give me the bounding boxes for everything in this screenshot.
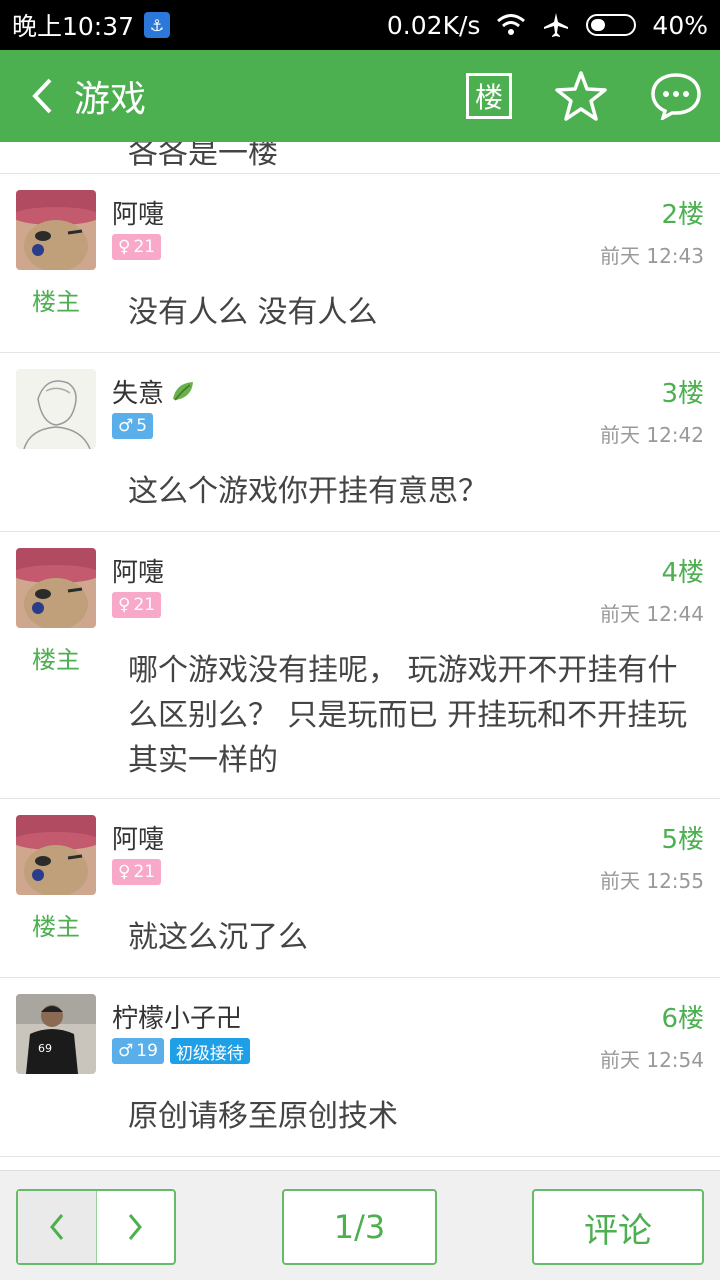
chat-icon[interactable]: [650, 72, 702, 120]
post-content: 就这么沉了么: [128, 920, 308, 955]
floor-number: 2楼: [661, 200, 704, 230]
male-icon: ♂: [118, 1041, 134, 1061]
wifi-icon: [497, 14, 526, 35]
avatar[interactable]: [16, 369, 96, 449]
list-item[interactable]: 失意 ♂ 5 3楼 前天 12:42 这么个游戏你开挂有意思？: [0, 353, 720, 532]
reply-list[interactable]: 各各是一楼 楼主 阿嚏 ♀ 21 2楼 前天 12:43 没有人么 没有人么 失…: [0, 142, 720, 1170]
svg-text:69: 69: [38, 1042, 52, 1055]
list-item[interactable]: 楼主 阿嚏 ♀ 21 5楼 前天 12:55 就这么沉了么: [0, 799, 720, 978]
page-indicator: 1/3: [333, 1208, 386, 1246]
post-content: 原创请移至原创技术: [128, 1099, 398, 1134]
floor-number: 6楼: [661, 1004, 704, 1034]
post-time: 前天 12:42: [600, 423, 704, 447]
chevron-right-icon: [129, 1214, 143, 1240]
floor-number: 5楼: [661, 825, 704, 855]
username[interactable]: 柠檬小子卍: [112, 998, 242, 1035]
page-indicator-button[interactable]: 1/3: [282, 1189, 437, 1265]
airplane-icon: [544, 13, 569, 37]
post-content: 哪个游戏没有挂呢， 玩游戏开不开挂有什么区别么？ 只是玩而已 开挂玩和不开挂玩其…: [128, 653, 688, 778]
list-item[interactable]: 楼主 阿嚏 ♀ 21 4楼 前天 12:44 哪个游戏没有挂呢， 玩游戏开不开挂有…: [0, 532, 720, 799]
owner-label: 楼主: [32, 288, 80, 316]
post-time: 前天 12:44: [600, 602, 704, 626]
status-bar: 晚上10:37 ⚓ 0.02K/s 40%: [0, 0, 720, 50]
female-icon: ♀: [118, 237, 131, 257]
comment-label: 评论: [584, 1210, 652, 1251]
net-speed: 0.02K/s: [386, 10, 481, 40]
battery-level: 40%: [652, 10, 708, 40]
leaf-icon: [173, 381, 194, 400]
floor-jump-button[interactable]: 楼: [466, 73, 512, 119]
post-time: 前天 12:54: [600, 1048, 704, 1072]
status-time: 晚上10:37: [12, 12, 135, 41]
prev-page-button[interactable]: [18, 1191, 97, 1263]
back-arrow-icon: [32, 78, 52, 114]
floor-icon-label: 楼: [474, 81, 503, 114]
list-item[interactable]: 69 柠檬小子卍 ♂ 19 初级接待 6楼 前天 12:54 原创请移至原创技术: [0, 978, 720, 1157]
back-button[interactable]: [14, 50, 70, 142]
post-content: 各各是一楼: [128, 142, 278, 171]
avatar[interactable]: [16, 548, 96, 628]
username[interactable]: 阿嚏: [112, 552, 164, 589]
comment-button[interactable]: 评论: [532, 1189, 704, 1265]
post-time: 前天 12:55: [600, 869, 704, 893]
level-badge: ♀ 21: [112, 859, 162, 885]
page-title: 游戏: [74, 79, 147, 120]
app-header: 游戏 楼: [0, 50, 720, 142]
next-page-button[interactable]: [97, 1191, 175, 1263]
bottom-bar: 1/3 评论: [0, 1170, 720, 1280]
chevron-left-icon: [49, 1214, 63, 1240]
level-badge: ♂ 19: [112, 1038, 164, 1064]
list-item: 各各是一楼: [0, 142, 720, 174]
level-badge: ♀ 21: [112, 592, 162, 618]
notification-icon: ⚓: [144, 12, 171, 38]
post-content: 这么个游戏你开挂有意思？: [128, 474, 488, 509]
floor-number: 4楼: [661, 558, 704, 588]
avatar[interactable]: [16, 190, 96, 270]
level-badge: ♀ 21: [112, 234, 162, 260]
rank-badge: 初级接待: [169, 1038, 250, 1064]
female-icon: ♀: [118, 595, 131, 615]
male-icon: ♂: [118, 416, 134, 436]
username[interactable]: 失意: [112, 373, 196, 410]
avatar[interactable]: [16, 815, 96, 895]
female-icon: ♀: [118, 862, 131, 882]
pager: [16, 1189, 176, 1265]
star-icon[interactable]: [554, 70, 608, 122]
battery-icon: [586, 14, 637, 36]
avatar[interactable]: 69: [16, 994, 96, 1074]
username[interactable]: 阿嚏: [112, 819, 164, 856]
post-content: 没有人么 没有人么: [128, 295, 378, 330]
post-time: 前天 12:43: [600, 244, 704, 268]
list-item[interactable]: 楼主 阿嚏 ♀ 21 2楼 前天 12:43 没有人么 没有人么: [0, 174, 720, 353]
owner-label: 楼主: [32, 646, 80, 674]
level-badge: ♂ 5: [112, 413, 154, 439]
floor-number: 3楼: [661, 379, 704, 409]
username[interactable]: 阿嚏: [112, 194, 164, 231]
owner-label: 楼主: [32, 913, 80, 941]
